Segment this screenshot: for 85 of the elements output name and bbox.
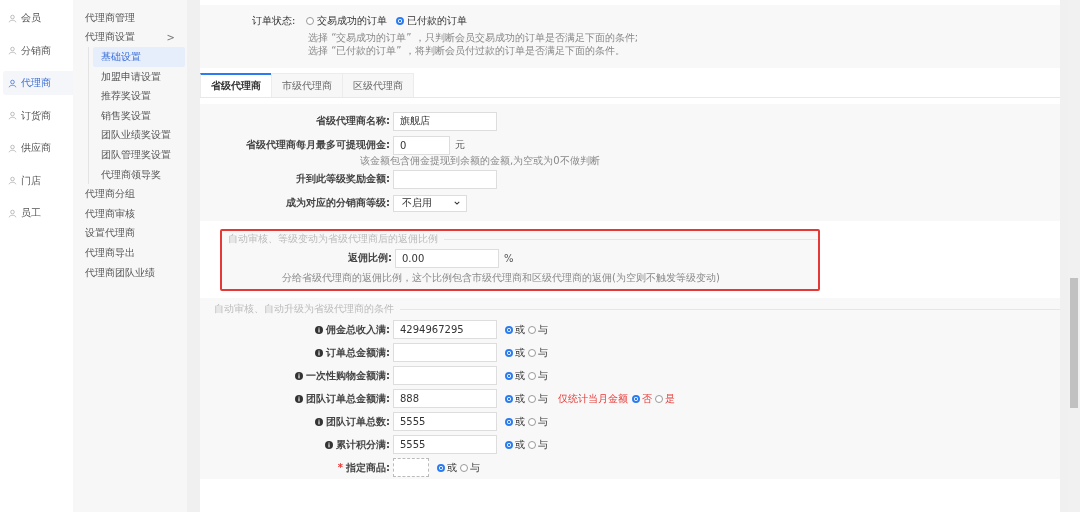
required-mark: *: [337, 462, 343, 473]
radio-option[interactable]: 已付款的订单: [396, 14, 468, 28]
nav-item[interactable]: 代理商: [3, 71, 73, 95]
subnav-item[interactable]: 团队业绩奖设置: [93, 125, 185, 146]
field-label: 订单状态:: [252, 14, 296, 28]
radio-option[interactable]: 或: [505, 391, 525, 406]
field-label: 一次性购物金额满:: [306, 368, 390, 383]
radio-option[interactable]: 与: [528, 414, 548, 429]
person-icon: [8, 46, 17, 55]
radio-option[interactable]: 或: [505, 437, 525, 452]
radio-option[interactable]: 或: [505, 414, 525, 429]
radio-option[interactable]: 交易成功的订单: [306, 14, 388, 28]
input-field[interactable]: [393, 343, 497, 362]
subnav-item[interactable]: 团队管理奖设置: [93, 145, 185, 165]
input-field[interactable]: 888: [393, 389, 497, 408]
input-field[interactable]: 4294967295: [393, 320, 497, 339]
hint-text: 分给省级代理商的返佣比例，这个比例包含市级代理商和区级代理商的返佣(为空则不触发等级变动): [282, 271, 721, 285]
radio-option[interactable]: 与: [460, 460, 480, 475]
nav-item[interactable]: 订货商: [3, 103, 73, 128]
tab[interactable]: 省级代理商: [200, 73, 272, 97]
input-field[interactable]: 0.00: [395, 248, 499, 268]
subnav-item[interactable]: 代理商分组: [85, 187, 135, 202]
input-field[interactable]: 旗舰店: [393, 111, 497, 131]
hint-text: 该金额包含佣金提现到余额的金额,为空或为0不做判断: [360, 155, 601, 167]
unit-label: 元: [455, 138, 465, 152]
radio-option[interactable]: 与: [528, 345, 548, 360]
product-picker[interactable]: [393, 458, 429, 477]
subnav-item[interactable]: 加盟申请设置: [93, 66, 185, 87]
input-field[interactable]: 5555: [393, 412, 497, 431]
person-icon: [8, 13, 17, 23]
person-icon: [8, 143, 17, 153]
field-label: 省级代理商每月最多可提现佣金:: [245, 138, 390, 152]
subnav-item[interactable]: 基础设置: [93, 47, 185, 67]
field-label: 指定商品:: [346, 460, 390, 475]
subnav-item[interactable]: 代理商审核: [85, 206, 135, 221]
radio-option[interactable]: 或: [505, 368, 525, 383]
tab[interactable]: 区级代理商: [342, 73, 414, 97]
subnav-item[interactable]: 设置代理商: [85, 226, 135, 241]
field-label: 团队订单总金额满:: [306, 391, 390, 406]
note-text: 仅统计当月金额: [558, 391, 628, 406]
nav-item[interactable]: 员工: [3, 201, 73, 225]
expand-toggle[interactable]: >: [166, 31, 175, 43]
field-label: 省级代理商名称:: [315, 114, 390, 128]
subnav-item[interactable]: 代理商领导奖: [93, 164, 185, 185]
unit-label: %: [504, 252, 514, 264]
tab[interactable]: 市级代理商: [271, 73, 343, 97]
field-label: 成为对应的分销商等级:: [285, 196, 390, 210]
subnav-item[interactable]: 销售奖设置: [93, 105, 185, 126]
input-field[interactable]: [393, 169, 497, 189]
nav-item[interactable]: 会员: [3, 6, 73, 30]
radio-option[interactable]: 与: [528, 437, 548, 452]
field-label: 团队订单总数:: [326, 414, 390, 429]
person-icon: [8, 208, 17, 218]
caret-icon: [454, 201, 460, 205]
person-icon: [8, 176, 17, 185]
radio-option[interactable]: 与: [528, 322, 548, 337]
field-label: 返佣比例:: [347, 251, 392, 265]
nav-item[interactable]: 分销商: [3, 38, 73, 63]
field-label: 订单总金额满:: [326, 345, 390, 360]
subnav-item[interactable]: 推荐奖设置: [93, 86, 185, 106]
subnav-item[interactable]: 代理商设置: [85, 30, 135, 45]
field-label: 佣金总收入满:: [326, 322, 390, 337]
nav-item[interactable]: 供应商: [3, 136, 73, 160]
radio-option[interactable]: 与: [528, 368, 548, 383]
radio-option[interactable]: 否: [632, 391, 652, 406]
person-icon: [8, 111, 17, 120]
radio-option[interactable]: 或: [437, 460, 457, 475]
hint-text: 选择 “交易成功的订单” ，只判断会员交易成功的订单是否满足下面的条件;: [308, 31, 640, 44]
field-label: 升到此等级奖励金额:: [295, 172, 390, 186]
subnav-item[interactable]: 代理商导出: [85, 245, 135, 260]
input-field[interactable]: 5555: [393, 435, 497, 454]
input-field[interactable]: [393, 366, 497, 385]
radio-option[interactable]: 或: [505, 322, 525, 337]
person-icon: [8, 78, 17, 88]
scrollbar-thumb[interactable]: [1070, 278, 1078, 408]
select-field[interactable]: 不启用: [393, 194, 467, 212]
radio-option[interactable]: 是: [655, 391, 675, 406]
field-label: 累计积分满:: [336, 437, 390, 452]
subnav-item[interactable]: 代理商管理: [85, 10, 135, 25]
hint-text: 选择 “已付款的订单” ，将判断会员付过款的订单是否满足下面的条件。: [308, 44, 626, 57]
radio-option[interactable]: 或: [505, 345, 525, 360]
nav-item[interactable]: 门店: [3, 168, 73, 193]
input-field[interactable]: 0: [393, 135, 450, 155]
radio-option[interactable]: 与: [528, 391, 548, 406]
subnav-item[interactable]: 代理商团队业绩: [85, 265, 155, 280]
